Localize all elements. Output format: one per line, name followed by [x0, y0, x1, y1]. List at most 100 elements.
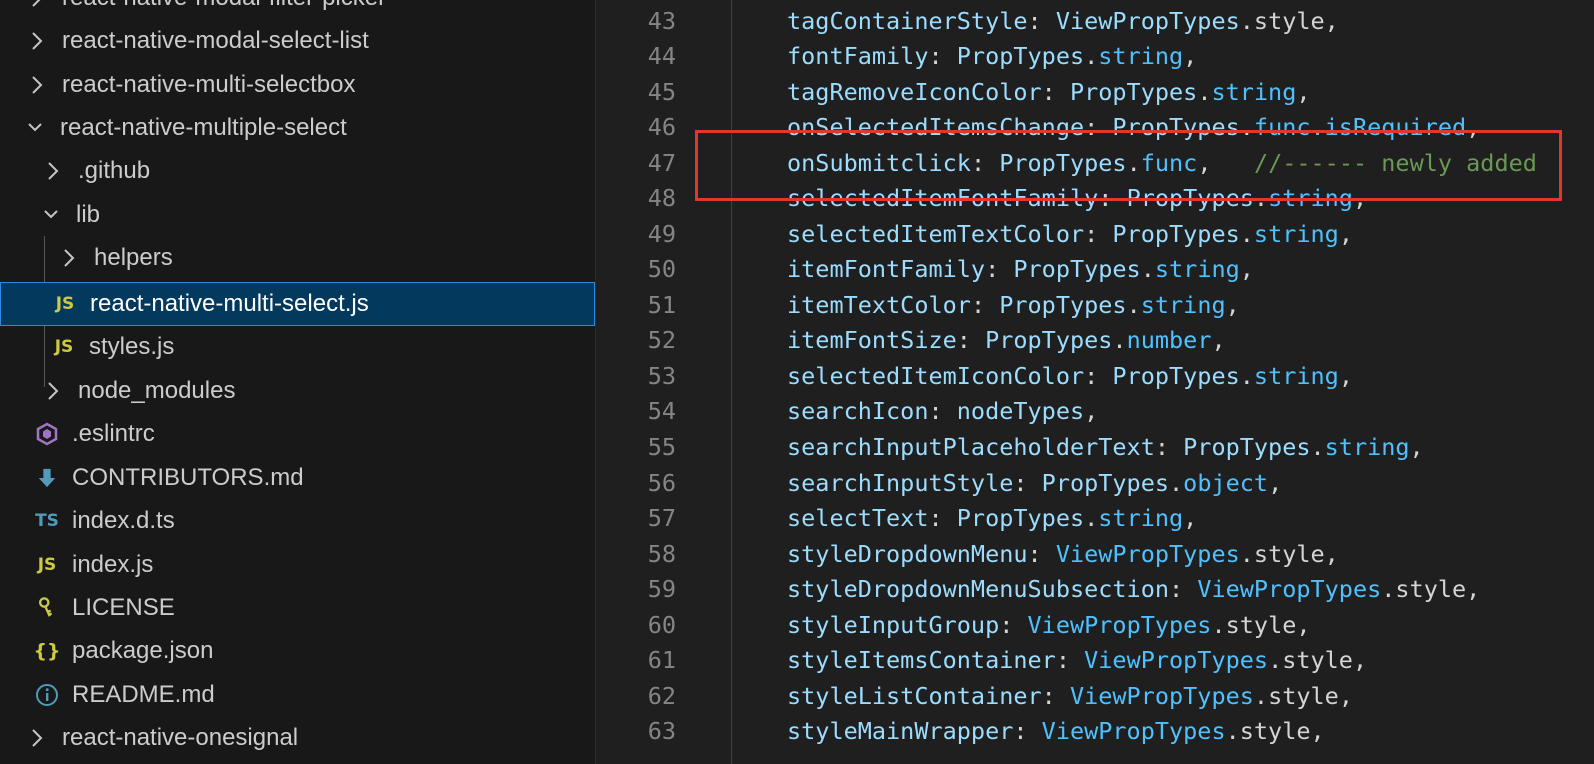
code-line[interactable]: 48 selectedItemFontFamily: PropTypes.str…: [596, 180, 1594, 216]
property-name: styleDropdownMenuSubsection: [787, 575, 1170, 603]
property-name: itemFontSize: [787, 326, 957, 354]
tree-folder-helpers[interactable]: helpers: [0, 236, 595, 280]
tree-file-package-json[interactable]: {} package.json: [0, 629, 595, 673]
code-line[interactable]: 44 fontFamily: PropTypes.string,: [596, 38, 1594, 74]
tree-file-contributors-md[interactable]: CONTRIBUTORS.md: [0, 456, 595, 500]
type-member: number: [1126, 326, 1212, 354]
code-editor[interactable]: 43 tagContainerStyle: ViewPropTypes.styl…: [596, 0, 1594, 764]
chevron-down-icon: [24, 117, 46, 139]
type-member: string: [1098, 504, 1184, 532]
type-name: ViewPropTypes: [1069, 682, 1254, 710]
json-file-icon: {}: [33, 640, 61, 662]
code-line[interactable]: 61 styleItemsContainer: ViewPropTypes.st…: [596, 642, 1594, 678]
code-line[interactable]: 54 searchIcon: nodeTypes,: [596, 393, 1594, 429]
chevron-right-icon: [26, 74, 48, 96]
type-name: PropTypes: [1183, 433, 1311, 461]
type-member: string: [1098, 42, 1184, 70]
type-name: PropTypes: [985, 326, 1113, 354]
tree-folder-react-native-multi-selectbox[interactable]: react-native-multi-selectbox: [0, 63, 595, 107]
tree-file-react-native-multi-select-js[interactable]: JS react-native-multi-select.js: [0, 282, 595, 326]
tree-file-styles-js[interactable]: JS styles.js: [0, 325, 595, 369]
code-line-highlighted[interactable]: 47 onSubmitclick: PropTypes.func, //----…: [596, 145, 1594, 181]
type-member: style: [1395, 575, 1467, 603]
line-number: 59: [647, 575, 676, 603]
type-name: nodeTypes: [956, 397, 1085, 425]
tree-item-label: LICENSE: [72, 594, 175, 621]
tree-file-readme-md[interactable]: README.md: [0, 673, 595, 717]
property-name: fontFamily: [787, 42, 929, 70]
code-line[interactable]: 59 styleDropdownMenuSubsection: ViewProp…: [596, 571, 1594, 607]
tree-item-label: node_modules: [78, 377, 236, 404]
code-line[interactable]: 62 styleListContainer: ViewPropTypes.sty…: [596, 678, 1594, 714]
tree-folder-github[interactable]: .github: [0, 149, 595, 193]
tree-item-label: react-native-modal-select-list: [62, 27, 369, 54]
code-line[interactable]: 56 searchInputStyle: PropTypes.object,: [596, 465, 1594, 501]
line-number: 57: [647, 504, 676, 532]
info-icon: [34, 683, 60, 707]
code-line[interactable]: 45 tagRemoveIconColor: PropTypes.string,: [596, 74, 1594, 110]
js-file-icon: JS: [54, 337, 74, 357]
property-name: onSelectedItemsChange: [787, 113, 1085, 141]
code-line[interactable]: 60 styleInputGroup: ViewPropTypes.style,: [596, 607, 1594, 643]
line-number: 63: [647, 717, 676, 745]
line-number: 54: [647, 397, 676, 425]
property-name: selectedItemFontFamily: [787, 184, 1099, 212]
tree-file-eslintrc[interactable]: .eslintrc: [0, 412, 595, 456]
type-name: PropTypes: [1041, 469, 1170, 497]
tree-folder-react-native-modal-filter-picker[interactable]: react-native-modal-filter-picker: [0, 0, 595, 20]
line-number: 45: [647, 78, 676, 106]
code-line[interactable]: 46 onSelectedItemsChange: PropTypes.func…: [596, 109, 1594, 145]
line-number: 62: [647, 682, 676, 710]
code-line[interactable]: 50 itemFontFamily: PropTypes.string,: [596, 251, 1594, 287]
code-line[interactable]: 53 selectedItemIconColor: PropTypes.stri…: [596, 358, 1594, 394]
code-line[interactable]: 57 selectText: PropTypes.string,: [596, 500, 1594, 536]
type-member: string: [1268, 184, 1353, 212]
tree-folder-lib[interactable]: lib: [0, 193, 595, 237]
type-name: ViewPropTypes: [1041, 717, 1226, 745]
ts-file-icon: TS: [35, 511, 59, 531]
tree-file-index-js[interactable]: JS index.js: [0, 543, 595, 587]
chevron-right-icon: [26, 727, 48, 749]
tree-item-label: react-native-multi-select.js: [90, 290, 369, 317]
tree-item-label: styles.js: [89, 333, 175, 360]
line-number: 46: [647, 113, 676, 141]
code-line[interactable]: 51 itemTextColor: PropTypes.string,: [596, 287, 1594, 323]
property-name: styleInputGroup: [787, 611, 1000, 639]
code-line[interactable]: 58 styleDropdownMenu: ViewPropTypes.styl…: [596, 536, 1594, 572]
property-name: tagRemoveIconColor: [787, 78, 1042, 106]
code-line[interactable]: 52 itemFontSize: PropTypes.number,: [596, 322, 1594, 358]
type-member: string: [1154, 255, 1240, 283]
code-line[interactable]: 43 tagContainerStyle: ViewPropTypes.styl…: [596, 3, 1594, 39]
type-member: string: [1324, 433, 1410, 461]
tree-folder-node-modules[interactable]: node_modules: [0, 369, 595, 413]
tree-folder-react-native-multiple-select[interactable]: react-native-multiple-select: [0, 106, 595, 150]
code-line[interactable]: 55 searchInputPlaceholderText: PropTypes…: [596, 429, 1594, 465]
tree-folder-react-native-onesignal[interactable]: react-native-onesignal: [0, 716, 595, 760]
line-number: 60: [647, 611, 676, 639]
type-member: string: [1211, 78, 1297, 106]
tree-file-license[interactable]: LICENSE: [0, 586, 595, 630]
property-name: styleDropdownMenu: [787, 540, 1028, 568]
code-line[interactable]: 49 selectedItemTextColor: PropTypes.stri…: [596, 216, 1594, 252]
type-name: ViewPropTypes: [1197, 575, 1382, 603]
tree-item-label: lib: [76, 201, 101, 228]
type-member: string: [1140, 291, 1226, 319]
property-name: itemFontFamily: [787, 255, 986, 283]
line-number: 53: [647, 362, 676, 390]
tree-file-index-d-ts[interactable]: TS index.d.ts: [0, 499, 595, 543]
code-line[interactable]: 63 styleMainWrapper: ViewPropTypes.style…: [596, 713, 1594, 749]
type-member: style: [1225, 611, 1297, 639]
type-name: ViewPropTypes: [1084, 646, 1269, 674]
chevron-right-icon: [42, 380, 64, 402]
property-name: selectedItemTextColor: [787, 220, 1085, 248]
code-comment: //------ newly added: [1253, 149, 1537, 177]
line-number: 52: [647, 326, 676, 354]
chevron-down-icon: [40, 204, 62, 226]
type-name: PropTypes: [956, 42, 1085, 70]
type-name: PropTypes: [999, 149, 1127, 177]
type-member: object: [1183, 469, 1269, 497]
download-arrow-icon: [34, 466, 60, 490]
line-number: 56: [647, 469, 676, 497]
tree-folder-react-native-modal-select-list[interactable]: react-native-modal-select-list: [0, 19, 595, 63]
tree-item-label: react-native-onesignal: [62, 724, 299, 751]
